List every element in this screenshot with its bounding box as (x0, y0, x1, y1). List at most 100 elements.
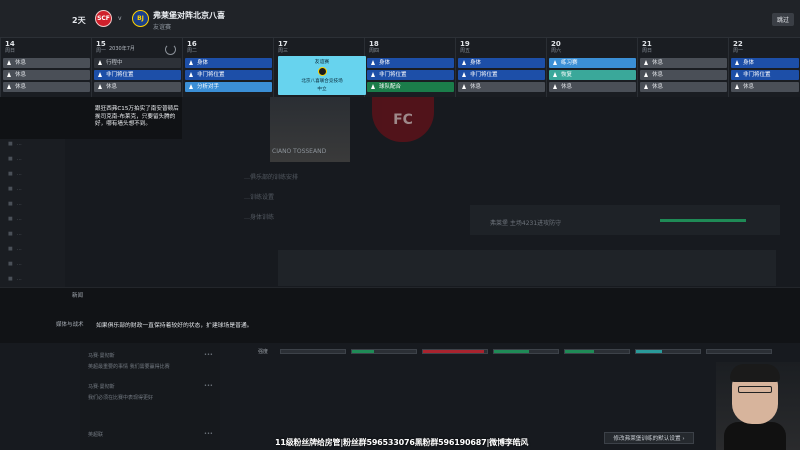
streamer-glasses (738, 386, 772, 393)
day-number: 22 (733, 40, 743, 48)
day-weekday: 周四 (369, 48, 380, 54)
sidebar-item[interactable]: … (8, 216, 22, 222)
loading-spinner-icon (165, 44, 176, 55)
calendar-day-20[interactable]: 20 周六 练习赛 恢复 休息 (546, 38, 637, 97)
sidebar-item[interactable]: … (8, 246, 22, 252)
sidebar-item[interactable]: … (8, 141, 22, 147)
intensity-bar (493, 349, 559, 354)
training-session-slot[interactable]: 休息 (458, 82, 545, 92)
match-card-competition: 友谊赛 (314, 60, 330, 65)
intensity-bar-fill (423, 350, 484, 353)
training-session-slot[interactable]: 恢复 (549, 70, 636, 80)
training-session-slot[interactable]: 非门将位置 (94, 70, 181, 80)
training-session-slot[interactable]: 休息 (640, 58, 727, 68)
media-tactics-value: 如果俱乐部的财政一直保持着较好的状态，扩建球场是普通。 (96, 323, 253, 329)
intensity-bar-fill (565, 350, 594, 353)
media-tactics-label: 媒体与战术 (56, 322, 84, 328)
news-more-icon[interactable]: ••• (204, 352, 213, 358)
sidebar-item[interactable]: … (8, 231, 22, 237)
intensity-bar (635, 349, 701, 354)
news-author: 马赛·曼彻斯 (88, 384, 115, 390)
training-session-slot[interactable]: 身体 (458, 58, 545, 68)
edit-training-defaults-button[interactable]: 修改弗莱堡训练的默认设置 › (604, 432, 694, 444)
sidebar-item[interactable]: … (8, 201, 22, 207)
day-number: 16 (187, 40, 197, 48)
sidebar-item[interactable]: … (8, 156, 22, 162)
assistant-speech-text: 跟狂西弗C15万拍实了南安普顿后挨司克南-布莱克，只要留头腾的好，哪有墙头想不到… (95, 106, 179, 127)
training-calendar: 14 周日 休息 休息 休息 15 周一 行程中 非门将位置 休息 16 周二 身体 非门将位置 分析对手 1… (0, 38, 800, 97)
training-session-slot[interactable]: 非门将位置 (731, 70, 799, 80)
streamer-hair (730, 364, 780, 382)
sidebar-item[interactable]: … (8, 276, 22, 282)
intensity-label: 强度 (258, 349, 269, 355)
training-session-slot[interactable]: 休息 (731, 82, 799, 92)
sidebar-item[interactable]: … (8, 186, 22, 192)
calendar-day-16[interactable]: 16 周二身体非门将位置分析对手 (182, 38, 273, 97)
calendar-day-19[interactable]: 19 周五身体非门将位置休息 (455, 38, 546, 97)
intensity-bar (564, 349, 630, 354)
training-session-slot[interactable]: 休息 (3, 70, 90, 80)
intensity-bar (422, 349, 488, 354)
training-session-slot[interactable]: 休息 (94, 82, 181, 92)
day-number: 20 (551, 40, 561, 48)
day-header: 19 周五 (460, 40, 470, 54)
training-session-slot[interactable]: 球队配合 (367, 82, 454, 92)
day-weekday: 周日 (5, 48, 16, 54)
stream-social-banner: 11级粉丝牌给房管|粉丝群596533076黑粉群596190687|微博李皓风 (275, 438, 529, 447)
day-weekday: 周一 (96, 48, 107, 54)
training-session-slot[interactable]: 休息 (3, 58, 90, 68)
training-session-slot[interactable]: 非门将位置 (185, 70, 272, 80)
sidebar-item[interactable]: … (8, 261, 22, 267)
news-author: 马赛·曼彻斯 (88, 353, 115, 359)
training-session-slot[interactable]: 休息 (549, 82, 636, 92)
news-more-icon[interactable]: ••• (204, 431, 213, 437)
sidebar-item[interactable]: … (8, 171, 22, 177)
versus-label: v (118, 15, 122, 22)
day-number: 18 (369, 40, 379, 48)
day-header: 17 周三 (278, 40, 288, 54)
skip-button[interactable]: 跳过 (772, 13, 794, 26)
home-club-crest-icon: SCF (95, 10, 112, 27)
calendar-day-14[interactable]: 14 周日 休息 休息 休息 (0, 38, 91, 97)
day-number: 21 (642, 40, 652, 48)
training-session-slot[interactable]: 休息 (3, 82, 90, 92)
training-session-slot[interactable]: 身体 (731, 58, 799, 68)
calendar-day-22[interactable]: 22 周一身体非门将位置休息 (728, 38, 800, 97)
training-session-slot[interactable]: 休息 (640, 70, 727, 80)
bg-text-line: …身体训练 (244, 214, 275, 221)
match-day-card[interactable]: 友谊赛北京八喜联合竞技场 中立 (278, 56, 366, 95)
day-header: 15 周一 (96, 40, 106, 54)
calendar-day-18[interactable]: 18 周四身体非门将位置球队配合 (364, 38, 455, 97)
day-header: 22 周一 (733, 40, 743, 54)
training-session-slot[interactable]: 练习赛 (549, 58, 636, 68)
away-club-crest-icon: BJ (132, 10, 149, 27)
calendar-day-21[interactable]: 21 周日 休息 休息 休息 (637, 38, 728, 97)
day-number: 15 (96, 40, 106, 48)
intensity-bar-fill (494, 350, 530, 353)
match-header: 2天 SCF v BJ 弗莱堡对阵北京八喜 友谊赛 跳过 (0, 0, 800, 38)
news-more-icon[interactable]: ••• (204, 383, 213, 389)
training-session-slot[interactable]: 非门将位置 (458, 70, 545, 80)
training-session-slot[interactable]: 分析对手 (185, 82, 272, 92)
day-weekday: 周日 (642, 48, 653, 54)
intensity-bar (280, 349, 346, 354)
tactic-strip-label: 弗莱堡 主场4231进攻防守 (490, 220, 562, 227)
training-session-slot[interactable]: 非门将位置 (367, 70, 454, 80)
days-until-match: 2天 (72, 16, 86, 25)
day-header: 21 周日 (642, 40, 652, 54)
training-session-slot[interactable]: 行程中 (94, 58, 181, 68)
training-session-slot[interactable]: 身体 (367, 58, 454, 68)
training-session-slot[interactable]: 身体 (185, 58, 272, 68)
match-title[interactable]: 弗莱堡对阵北京八喜 (153, 10, 225, 21)
day-number: 14 (5, 40, 15, 48)
streamer-shirt (724, 422, 786, 450)
day-header: 16 周二 (187, 40, 197, 54)
training-session-slot[interactable]: 休息 (640, 82, 727, 92)
info-panel (0, 287, 800, 343)
match-card-category: 中立 (317, 87, 327, 92)
match-card-venue: 北京八喜联合竞技场 (301, 79, 343, 84)
news-headline[interactable]: 英超最重要的事情 我们需要赢得比赛 (88, 363, 170, 370)
news-headline[interactable]: 我们必须在比赛中表现得更好 (88, 394, 153, 401)
intensity-bar (351, 349, 417, 354)
news-label: 新闻 (72, 293, 84, 299)
